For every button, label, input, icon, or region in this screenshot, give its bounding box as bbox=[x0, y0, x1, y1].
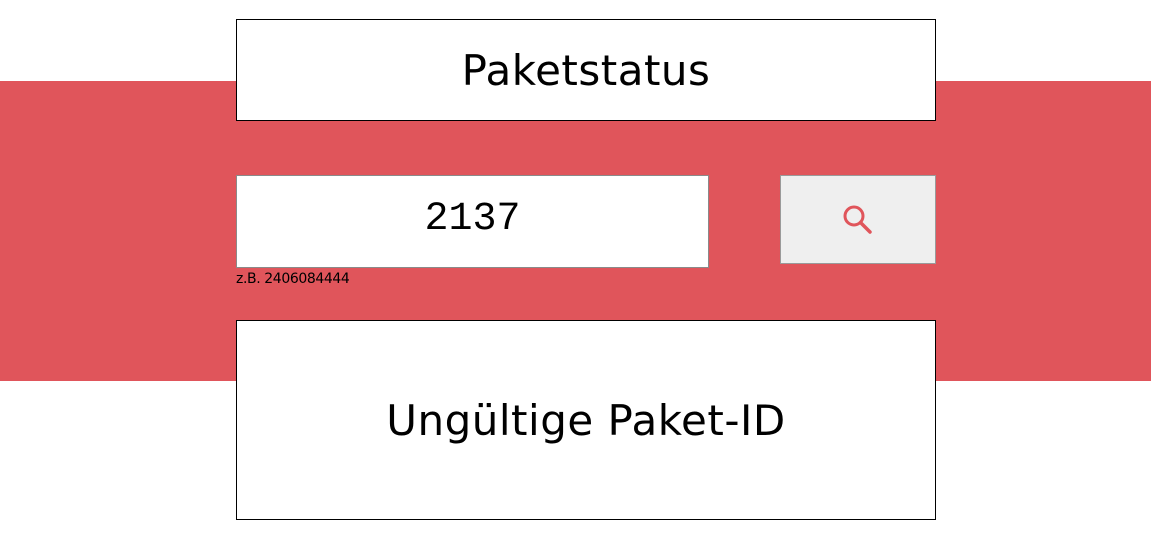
header-box: Paketstatus bbox=[236, 19, 936, 121]
page-title: Paketstatus bbox=[461, 45, 711, 95]
search-icon bbox=[841, 203, 875, 237]
status-message: Ungültige Paket-ID bbox=[386, 395, 786, 445]
input-hint: z.B. 2406084444 bbox=[236, 271, 350, 287]
search-button[interactable] bbox=[780, 175, 936, 264]
package-id-input[interactable] bbox=[236, 175, 709, 268]
result-box: Ungültige Paket-ID bbox=[236, 320, 936, 520]
